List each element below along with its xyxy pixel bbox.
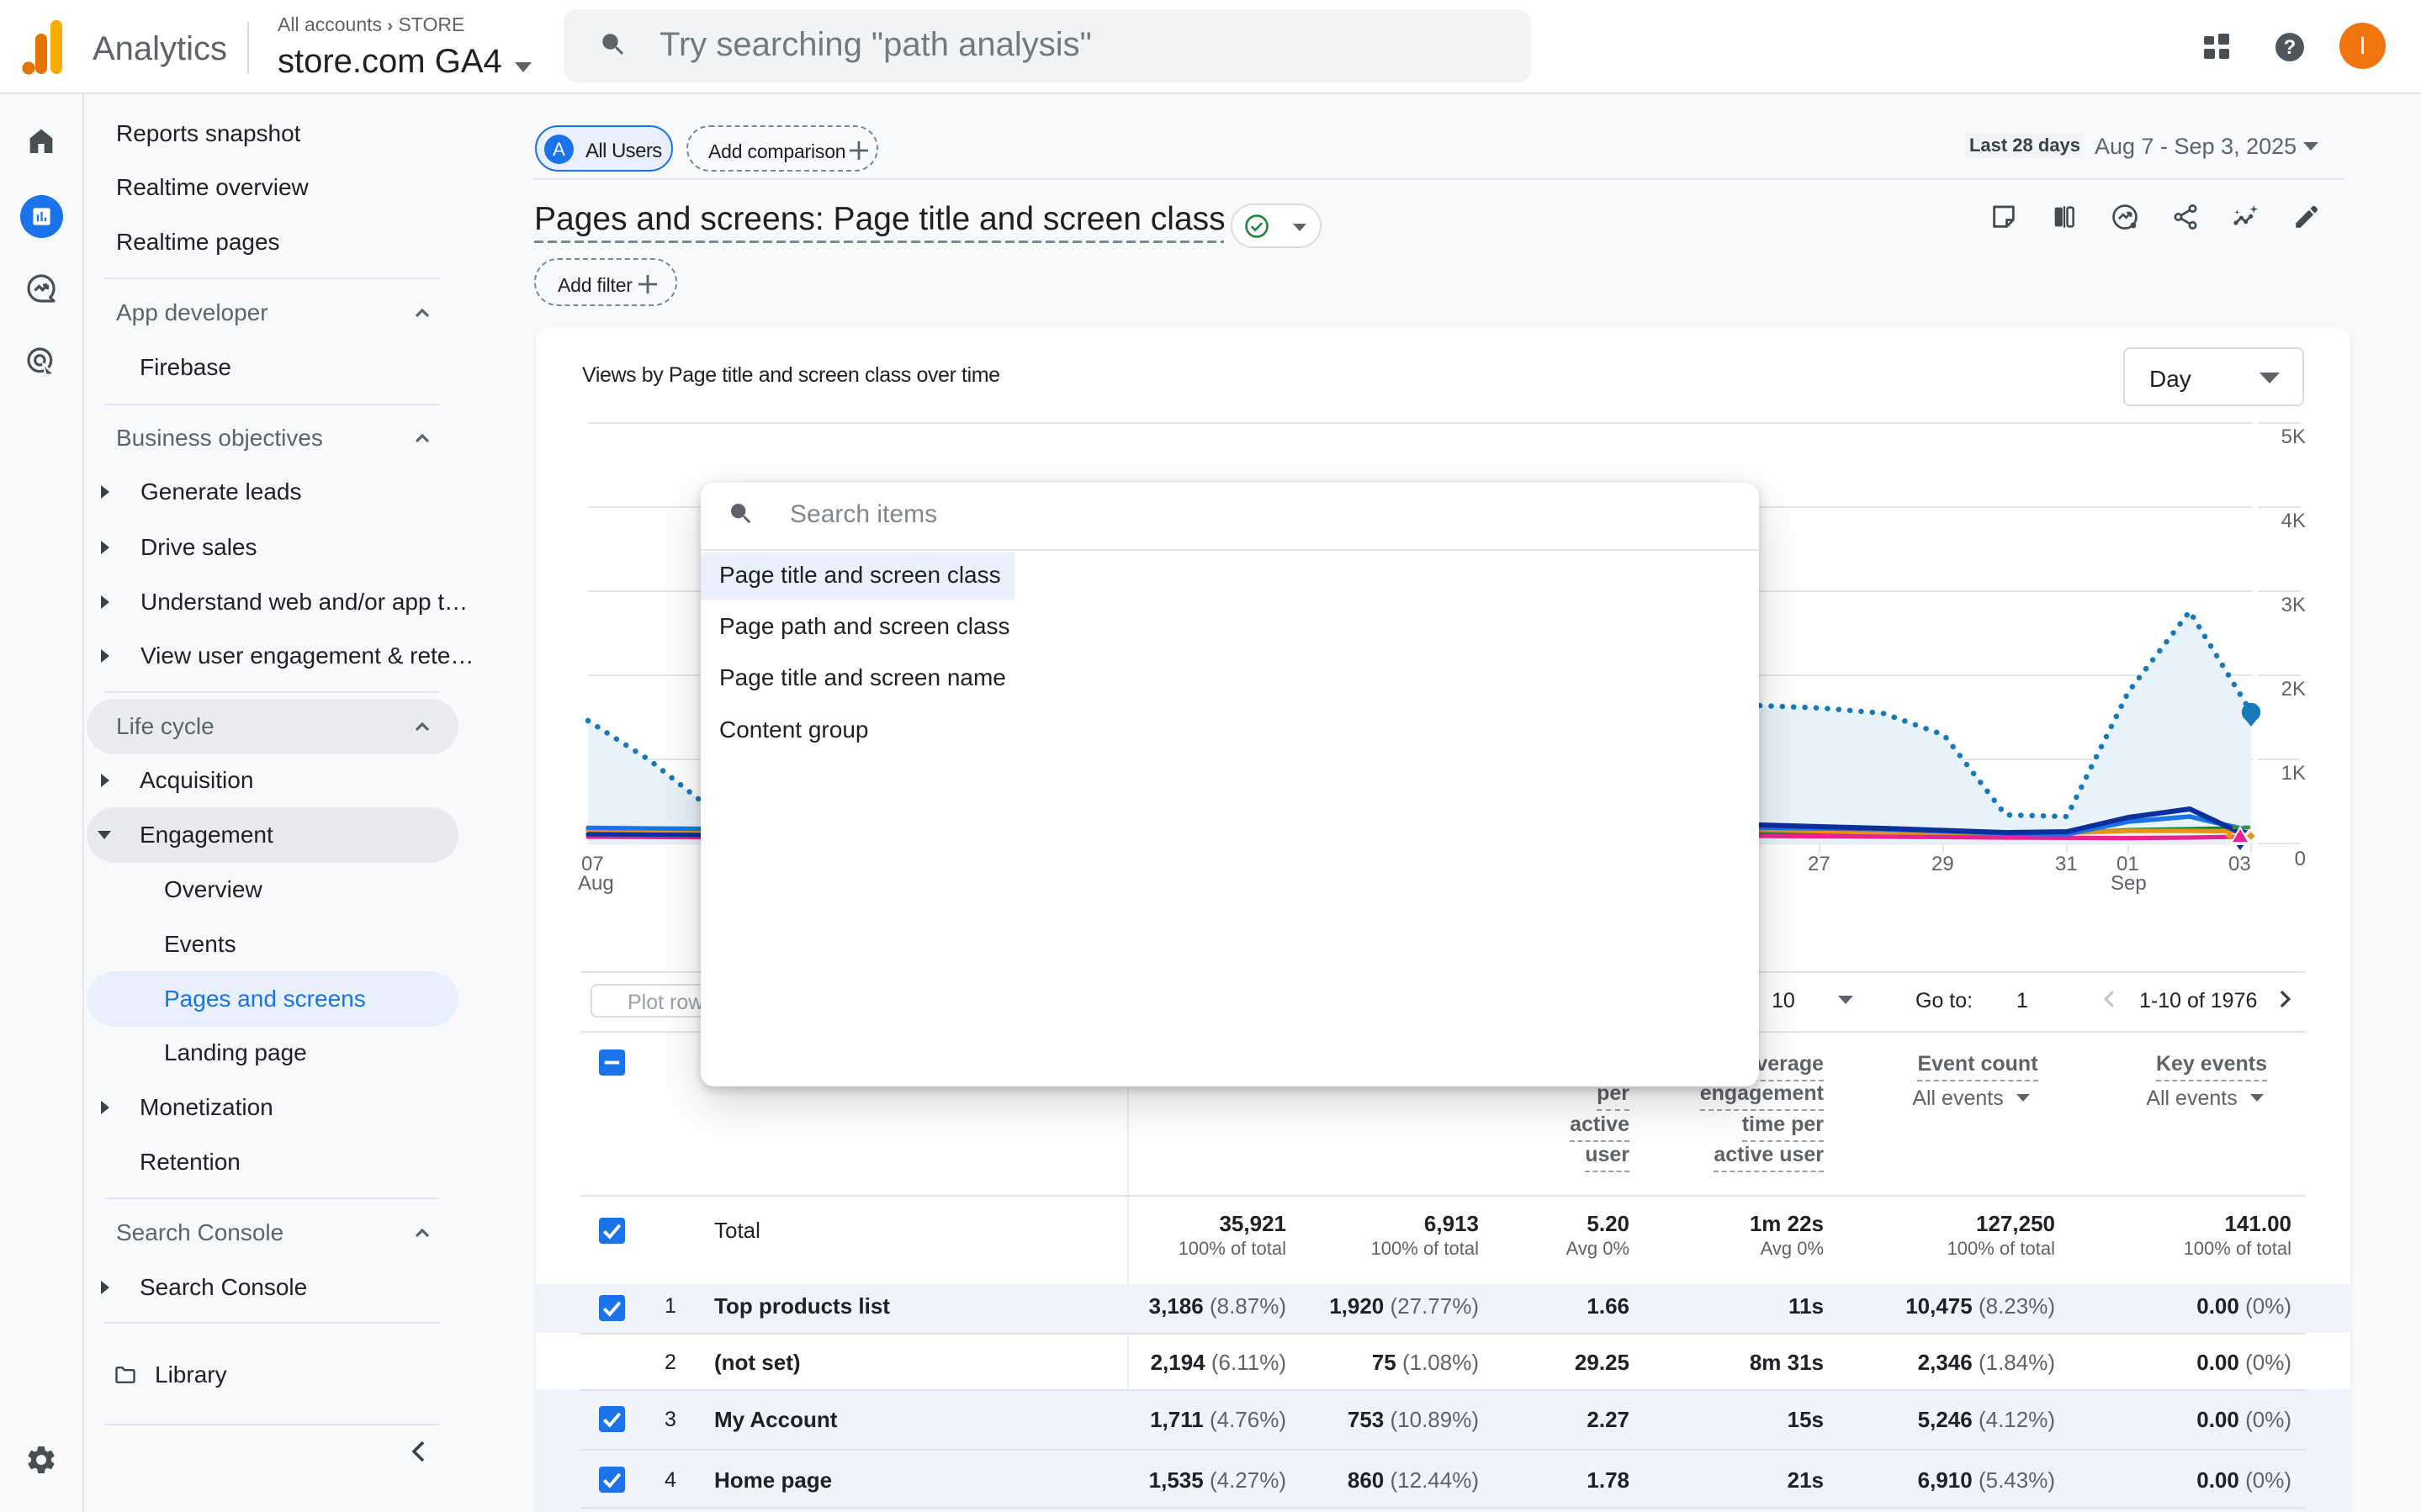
svg-text:Sep: Sep	[2111, 872, 2147, 895]
svg-text:0: 0	[2295, 848, 2306, 870]
svg-text:31: 31	[2055, 853, 2078, 875]
svg-text:1K: 1K	[2281, 762, 2306, 785]
svg-text:29: 29	[1931, 853, 1954, 875]
svg-text:27: 27	[1808, 853, 1830, 875]
svg-text:2K: 2K	[2281, 678, 2306, 700]
svg-text:03: 03	[2228, 853, 2251, 875]
svg-text:3K: 3K	[2281, 594, 2306, 616]
svg-text:5K: 5K	[2281, 426, 2306, 448]
svg-text:4K: 4K	[2281, 510, 2306, 532]
svg-text:Aug: Aug	[578, 872, 614, 895]
